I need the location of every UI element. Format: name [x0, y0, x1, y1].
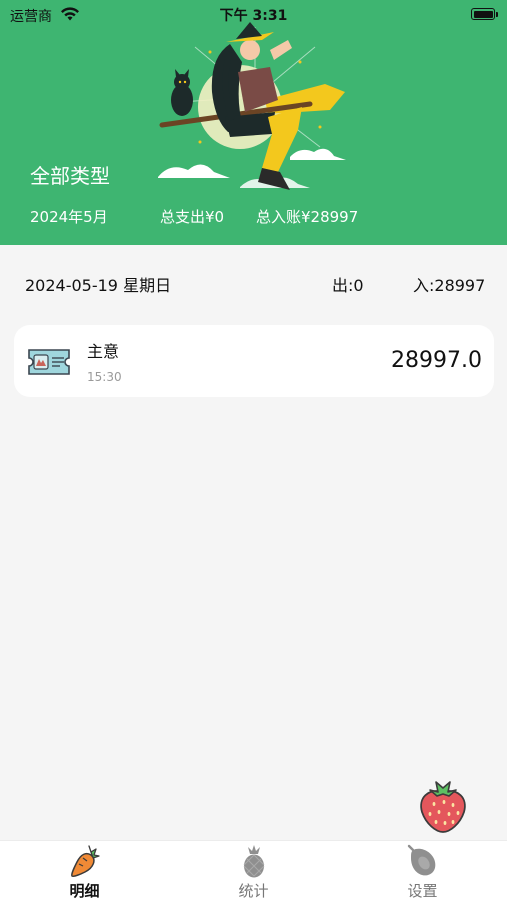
- header-banner: 运营商 下午 3:31 全部类型 2024年5月 总支出¥0 总入账¥28997: [0, 0, 507, 245]
- ticket-icon: [28, 349, 70, 375]
- pineapple-icon: [243, 845, 265, 878]
- strawberry-icon[interactable]: [418, 776, 468, 834]
- tab-settings[interactable]: 设置: [338, 841, 507, 900]
- record-amount: 28997.0: [391, 348, 482, 373]
- category-filter[interactable]: 全部类型: [30, 160, 110, 189]
- record-time: 15:30: [87, 370, 122, 384]
- tab-details[interactable]: 明细: [0, 841, 169, 900]
- month-income-total: 总入账¥28997: [256, 208, 359, 226]
- day-summary: 2024-05-19 星期日 出:0 入:28997: [0, 258, 507, 306]
- day-expense: 出:0: [332, 276, 364, 295]
- carrot-icon: [71, 845, 100, 877]
- record-item[interactable]: 主意 15:30 28997.0: [14, 325, 494, 397]
- tab-statistics[interactable]: 统计: [169, 841, 338, 900]
- papaya-icon: [407, 844, 436, 876]
- witch-illustration: [158, 22, 346, 190]
- month-picker[interactable]: 2024年5月: [30, 206, 108, 227]
- tab-label-settings: 设置: [407, 882, 438, 900]
- tab-label-statistics: 统计: [238, 882, 269, 900]
- tab-bar: 明细 统计 设置: [0, 840, 507, 900]
- battery-tip: [496, 12, 498, 17]
- day-income: 入:28997: [413, 276, 486, 295]
- battery-icon: [471, 8, 495, 20]
- month-expense-total: 总支出¥0: [160, 208, 225, 226]
- tab-label-details: 明细: [69, 882, 100, 900]
- day-date: 2024-05-19 星期日: [25, 276, 172, 295]
- record-category: 主意: [87, 342, 120, 361]
